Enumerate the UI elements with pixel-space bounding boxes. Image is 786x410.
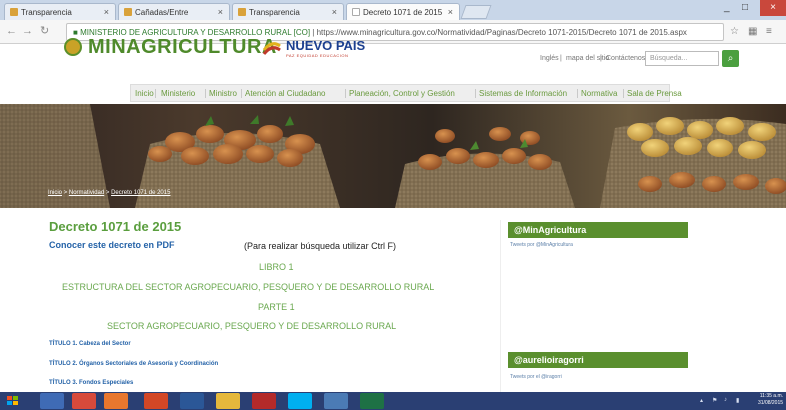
twitter-widget-subtitle[interactable]: Tweets por @MinAgricultura bbox=[510, 242, 573, 248]
new-tab-button[interactable] bbox=[460, 5, 492, 19]
contact-link[interactable]: Contáctenos bbox=[606, 55, 645, 62]
file-explorer-icon[interactable] bbox=[216, 393, 240, 409]
site-search-input[interactable]: Búsqueda... bbox=[645, 51, 719, 66]
nav-divider bbox=[345, 89, 346, 98]
network-icon[interactable]: ▴ bbox=[700, 397, 703, 404]
libro-heading: LIBRO 1 bbox=[259, 262, 294, 272]
browser-tab-strip: Transparencia × Cañadas/Entre × Transpar… bbox=[0, 0, 786, 20]
nav-item-ministerio[interactable]: Ministerio bbox=[161, 89, 195, 98]
breadcrumb-home[interactable]: Inicio bbox=[48, 190, 62, 196]
word-icon[interactable] bbox=[180, 393, 204, 409]
page-favicon-icon bbox=[238, 8, 246, 16]
twitter-widget-subtitle[interactable]: Tweets por el @iragorri bbox=[510, 374, 562, 380]
forward-arrow-icon[interactable]: → bbox=[22, 25, 33, 37]
minimize-button[interactable]: _ bbox=[724, 2, 730, 13]
nav-divider bbox=[623, 89, 624, 98]
nav-divider bbox=[475, 89, 476, 98]
twitter-widget-header[interactable]: @aurelioiragorri bbox=[508, 352, 688, 368]
util-separator: | bbox=[600, 55, 602, 62]
close-tab-icon[interactable]: × bbox=[448, 7, 453, 17]
nav-item-sistemas[interactable]: Sistemas de Información bbox=[479, 89, 567, 98]
util-separator: | bbox=[560, 55, 562, 62]
skype-icon[interactable] bbox=[288, 393, 312, 409]
nav-divider bbox=[241, 89, 242, 98]
signal-icon[interactable]: ▮ bbox=[736, 397, 739, 404]
page-favicon-icon bbox=[10, 8, 18, 16]
browser-tab-active[interactable]: Decreto 1071 de 2015 × bbox=[346, 3, 460, 20]
back-arrow-icon[interactable]: ← bbox=[6, 25, 17, 37]
firefox-icon[interactable] bbox=[104, 393, 128, 409]
magnifier-icon: ⌕ bbox=[727, 53, 734, 64]
search-button[interactable]: ⌕ bbox=[722, 50, 739, 67]
close-window-button[interactable]: × bbox=[760, 0, 786, 16]
page-favicon-icon bbox=[352, 8, 360, 16]
clock-date: 31/08/2015 bbox=[758, 400, 784, 406]
libro-title: ESTRUCTURA DEL SECTOR AGROPECUARIO, PESQ… bbox=[62, 282, 435, 292]
language-link[interactable]: Inglés bbox=[540, 55, 559, 62]
breadcrumb: Inicio > Normatividad > Decreto 1071 de … bbox=[48, 190, 171, 196]
windows-logo-icon bbox=[7, 396, 18, 405]
coat-of-arms-icon bbox=[64, 38, 82, 56]
nav-item-atencion[interactable]: Atención al Ciudadano bbox=[245, 89, 326, 98]
close-tab-icon[interactable]: × bbox=[104, 7, 109, 17]
menu-icon[interactable]: ≡ bbox=[766, 26, 772, 37]
reload-icon[interactable]: ↻ bbox=[40, 24, 49, 37]
acrobat-icon[interactable] bbox=[252, 393, 276, 409]
main-navigation: Inicio Ministerio Ministro Atención al C… bbox=[130, 84, 682, 102]
nav-divider bbox=[205, 89, 206, 98]
partner-logo: NUEVO PAIS bbox=[286, 38, 366, 53]
page-title: Decreto 1071 de 2015 bbox=[49, 219, 182, 234]
nav-item-normativa[interactable]: Normativa bbox=[581, 89, 617, 98]
titulo-link[interactable]: TÍTULO 2. Órganos Sectoriales de Asesorí… bbox=[49, 361, 218, 367]
close-tab-icon[interactable]: × bbox=[332, 7, 337, 17]
partner-tagline: PAZ EQUIDAD EDUCACION bbox=[286, 53, 349, 58]
nuevo-pais-logo-icon bbox=[262, 42, 281, 55]
close-tab-icon[interactable]: × bbox=[218, 7, 223, 17]
tab-label: Cañadas/Entre bbox=[135, 8, 189, 17]
lock-icon: ■ bbox=[73, 28, 78, 37]
pdf-link[interactable]: Conocer este decreto en PDF bbox=[49, 240, 175, 250]
nav-divider bbox=[155, 89, 156, 98]
extension-icon[interactable]: ▦ bbox=[748, 26, 757, 37]
browser-tab[interactable]: Transparencia × bbox=[232, 3, 344, 20]
parte-heading: PARTE 1 bbox=[258, 302, 295, 312]
sitemap-link[interactable]: mapa del sitio bbox=[566, 55, 609, 62]
flag-icon[interactable]: ⚑ bbox=[712, 397, 717, 404]
powerpoint-icon[interactable] bbox=[144, 393, 168, 409]
chrome-icon[interactable] bbox=[72, 393, 96, 409]
tab-label: Transparencia bbox=[21, 8, 72, 17]
parte-title: SECTOR AGROPECUARIO, PESQUERO Y DE DESAR… bbox=[107, 321, 397, 331]
system-clock[interactable]: 11:35 a.m. 31/08/2015 bbox=[758, 393, 783, 407]
outlook-icon[interactable] bbox=[324, 393, 348, 409]
internet-explorer-icon[interactable] bbox=[40, 393, 64, 409]
nav-item-inicio[interactable]: Inicio bbox=[135, 89, 154, 98]
titulo-link[interactable]: TÍTULO 3. Fondos Especiales bbox=[49, 380, 133, 386]
url-text: https://www.minagricultura.gov.co/Normat… bbox=[316, 28, 687, 37]
page-favicon-icon bbox=[124, 8, 132, 16]
twitter-widget-header[interactable]: @MinAgricultura bbox=[508, 222, 688, 238]
site-logo[interactable]: MINAGRICULTURA bbox=[88, 36, 277, 59]
column-divider bbox=[500, 220, 501, 392]
browser-tab[interactable]: Cañadas/Entre × bbox=[118, 3, 230, 20]
maximize-button[interactable]: □ bbox=[742, 2, 748, 13]
nav-item-planeacion[interactable]: Planeación, Control y Gestión bbox=[349, 89, 455, 98]
excel-icon[interactable] bbox=[360, 393, 384, 409]
browser-tab[interactable]: Transparencia × bbox=[4, 3, 116, 20]
clock-time: 11:35 a.m. bbox=[759, 393, 784, 399]
start-button[interactable] bbox=[4, 393, 22, 409]
windows-taskbar: ▴ ⚑ ♪ ▮ 11:35 a.m. 31/08/2015 bbox=[0, 392, 786, 410]
nav-item-ministro[interactable]: Ministro bbox=[209, 89, 237, 98]
nav-divider bbox=[577, 89, 578, 98]
breadcrumb-current: Decreto 1071 de 2015 bbox=[111, 190, 171, 196]
titulo-link[interactable]: TÍTULO 1. Cabeza del Sector bbox=[49, 341, 131, 347]
tab-label: Decreto 1071 de 2015 bbox=[363, 8, 443, 17]
search-hint: (Para realizar búsqueda utilizar Ctrl F) bbox=[244, 241, 397, 251]
breadcrumb-normatividad[interactable]: Normatividad bbox=[69, 190, 104, 196]
tab-label: Transparencia bbox=[249, 8, 300, 17]
bookmark-star-icon[interactable]: ☆ bbox=[730, 26, 739, 37]
nav-item-sala-prensa[interactable]: Sala de Prensa bbox=[627, 89, 682, 98]
volume-icon[interactable]: ♪ bbox=[724, 397, 727, 403]
